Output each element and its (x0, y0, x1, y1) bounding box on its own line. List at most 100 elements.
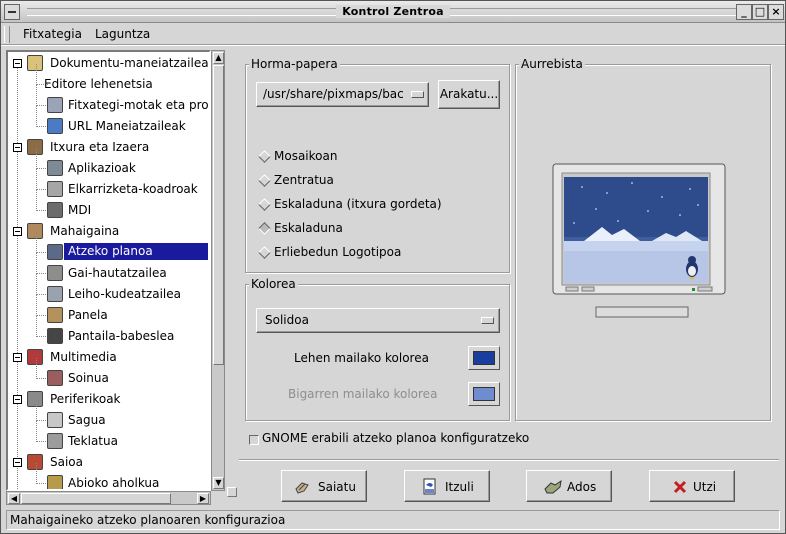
applications-icon (47, 160, 63, 176)
tree-item-0-1[interactable]: Fitxategi-motak eta progra (8, 85, 209, 116)
maximize-button[interactable]: □ (752, 4, 768, 20)
tree-item-5-0[interactable]: Abioko aholkua (8, 463, 208, 489)
combo-indicator-icon (481, 317, 494, 324)
capplet-tree: Dokumentu-maneiatzaileak Editore lehenets… (6, 50, 211, 491)
radio-indicator[interactable] (258, 150, 271, 163)
tree-item-0-0[interactable]: Editore lehenetsia (8, 64, 208, 95)
tree-item-label: Pantaila-babeslea (68, 329, 175, 343)
collapse-icon[interactable] (13, 227, 22, 236)
tree-branch-line (36, 463, 37, 484)
radio-label: Eskaladuna (itxura gordeta) (274, 197, 442, 211)
try-icon (295, 482, 309, 494)
tree-item-2-2[interactable]: Leiho-kudeatzailea (8, 274, 208, 305)
tree-item-1-1[interactable]: Elkarrizketa-koadroak (8, 169, 208, 200)
look-and-feel-icon (27, 139, 43, 155)
documents-icon (27, 55, 43, 71)
radio-label: Eskaladuna (274, 221, 343, 235)
collapse-icon[interactable] (13, 395, 22, 404)
tree-vertical-scrollbar[interactable]: ▲ ▼ (211, 50, 225, 491)
menu-file[interactable]: Fitxategia (23, 27, 82, 41)
browse-button-label: Arakatu... (439, 87, 499, 101)
tree-item-2-3[interactable]: Panela (8, 295, 208, 326)
tree-item-1-0[interactable]: Aplikazioak (8, 148, 208, 179)
close-button[interactable]: × (768, 4, 784, 20)
globe-icon (47, 118, 63, 134)
ok-button[interactable]: Ados (526, 470, 612, 502)
revert-button[interactable]: Itzuli (404, 470, 490, 502)
radio-label: Erliebedun Logotipoa (274, 245, 402, 259)
revert-button-label: Itzuli (445, 480, 474, 494)
background-icon (47, 244, 63, 260)
file-types-icon (47, 97, 63, 113)
dialogs-icon (47, 181, 63, 197)
tree-group-label: Mahaigaina (50, 224, 120, 238)
tree-item-2-4[interactable]: Pantaila-babeslea (8, 316, 208, 347)
radio-indicator[interactable] (258, 198, 271, 211)
wallpaper-file-combo[interactable]: /usr/share/pixmaps/backg (256, 82, 429, 107)
scroll-thumb[interactable] (213, 65, 224, 365)
preview-group: Aurrebista (515, 57, 771, 421)
radio-indicator[interactable] (258, 222, 271, 235)
hscroll-thumb[interactable] (21, 493, 171, 504)
primary-color-button[interactable] (468, 346, 500, 370)
gnome-background-label[interactable]: GNOME erabili atzeko planoa konfiguratze… (262, 431, 529, 445)
tree-group-4[interactable]: Periferikoak (8, 389, 208, 410)
tree-item-4-1[interactable]: Teklatua (8, 421, 208, 452)
radio-indicator[interactable] (258, 174, 271, 187)
scroll-left-arrow[interactable]: ◀ (8, 493, 20, 504)
tree-branch-line (36, 64, 37, 85)
cancel-button[interactable]: Utzi (649, 470, 735, 502)
tree-group-3[interactable]: Multimedia (8, 347, 208, 368)
window-manager-icon (47, 286, 63, 302)
scroll-down-arrow[interactable]: ▼ (213, 477, 224, 489)
minimize-button[interactable]: _ (736, 4, 752, 20)
radio-indicator[interactable] (258, 246, 271, 259)
tree-group-0[interactable]: Dokumentu-maneiatzaileak (8, 53, 211, 74)
tree-item-1-2[interactable]: MDI (8, 190, 208, 221)
tree-item-0-2[interactable]: URL Maneiatzaileak (8, 106, 208, 137)
try-button[interactable]: Saiatu (281, 470, 367, 502)
menu-file-label: Fitxategia (23, 27, 82, 41)
tree-horizontal-scrollbar[interactable]: ◀ ▶ (6, 491, 211, 505)
mdi-icon (47, 202, 63, 218)
tree-item-4-0[interactable]: Sagua (8, 400, 208, 431)
menu-help-label: Laguntza (95, 27, 151, 41)
scroll-right-arrow[interactable]: ▶ (197, 493, 209, 504)
tree-branch-line (36, 253, 37, 274)
tree-item-3-0[interactable]: Soinua (8, 358, 208, 389)
sound-icon (47, 370, 63, 386)
preview-group-title: Aurrebista (519, 57, 585, 71)
tree-item-2-1[interactable]: Gai-hautatzailea (8, 253, 208, 284)
menu-help[interactable]: Laguntza (95, 27, 150, 41)
tree-branch-line (36, 190, 37, 211)
menubar-handle[interactable] (4, 26, 10, 43)
startup-hint-icon (47, 475, 63, 489)
tree-branch-line (36, 274, 37, 295)
tree-group-5[interactable]: Saioa (8, 452, 208, 473)
collapse-icon[interactable] (13, 59, 22, 68)
tree-group-1[interactable]: Itxura eta Izaera (8, 137, 208, 158)
tree-group-label: Periferikoak (50, 392, 121, 406)
multimedia-icon (27, 349, 43, 365)
gnome-background-checkbox[interactable] (249, 435, 259, 445)
color-mode-combo[interactable]: Solidoa (256, 308, 500, 333)
pane-resize-handle[interactable] (227, 487, 237, 497)
tree-group-2[interactable]: Mahaigaina (8, 221, 208, 242)
revert-icon (423, 478, 436, 495)
scroll-up-arrow[interactable]: ▲ (213, 52, 224, 64)
desktop-icon (27, 223, 43, 239)
tree-group-label: Dokumentu-maneiatzaileak (50, 56, 211, 70)
collapse-icon[interactable] (13, 458, 22, 467)
combo-indicator-icon (411, 91, 424, 98)
monitor-preview-icon (552, 163, 726, 318)
tree-item-label: Editore lehenetsia (44, 77, 153, 91)
wallpaper-group-title: Horma-papera (249, 57, 340, 71)
collapse-icon[interactable] (13, 143, 22, 152)
tree-item-2-0[interactable]: Atzeko planoa (8, 232, 208, 263)
tree-branch-line (36, 148, 37, 169)
secondary-color-button[interactable] (468, 382, 500, 406)
title-bar[interactable]: Kontrol Zentroa _ □ × (1, 1, 785, 23)
browse-button[interactable]: Arakatu... (438, 80, 500, 109)
collapse-icon[interactable] (13, 353, 22, 362)
tree-item-label: URL Maneiatzaileak (68, 119, 186, 133)
